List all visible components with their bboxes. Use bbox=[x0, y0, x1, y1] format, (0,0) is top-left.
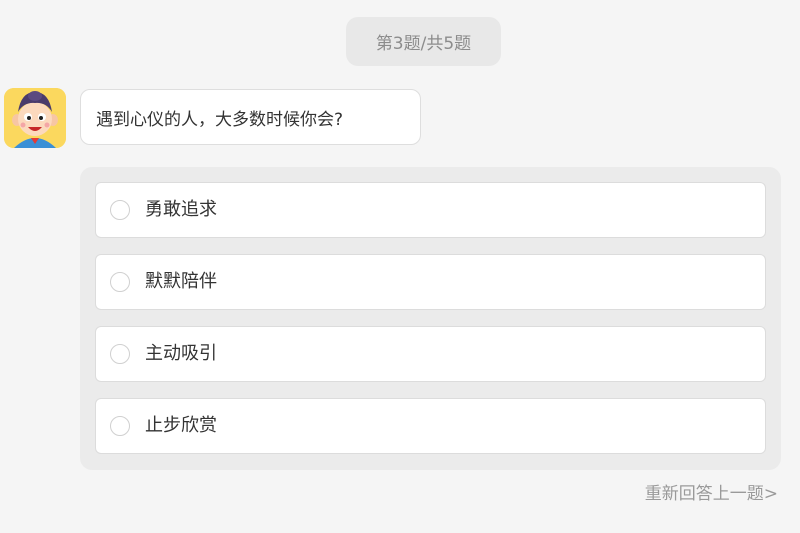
radio-circle-icon[interactable] bbox=[110, 200, 130, 220]
radio-circle-icon[interactable] bbox=[110, 416, 130, 436]
question-bubble: 遇到心仪的人，大多数时候你会? bbox=[80, 89, 421, 145]
answer-option-4[interactable]: 止步欣赏 bbox=[95, 398, 766, 454]
redo-previous-question-link[interactable]: 重新回答上一题> bbox=[645, 479, 778, 504]
answer-option-label: 默默陪伴 bbox=[145, 271, 217, 292]
answer-option-2[interactable]: 默默陪伴 bbox=[95, 254, 766, 310]
answer-options-panel: 勇敢追求 默默陪伴 主动吸引 止步欣赏 bbox=[80, 167, 781, 470]
question-progress-indicator: 第3题/共5题 bbox=[346, 17, 501, 66]
question-progress-text: 第3题/共5题 bbox=[375, 34, 472, 54]
cartoon-boy-avatar-icon bbox=[4, 88, 66, 148]
answer-option-label: 止步欣赏 bbox=[145, 415, 217, 436]
answer-option-label: 勇敢追求 bbox=[145, 199, 217, 220]
question-text: 遇到心仪的人，大多数时候你会? bbox=[96, 109, 344, 130]
radio-circle-icon[interactable] bbox=[110, 272, 130, 292]
radio-circle-icon[interactable] bbox=[110, 344, 130, 364]
answer-option-label: 主动吸引 bbox=[145, 343, 217, 364]
answer-option-1[interactable]: 勇敢追求 bbox=[95, 182, 766, 238]
answer-option-3[interactable]: 主动吸引 bbox=[95, 326, 766, 382]
avatar bbox=[4, 88, 66, 148]
